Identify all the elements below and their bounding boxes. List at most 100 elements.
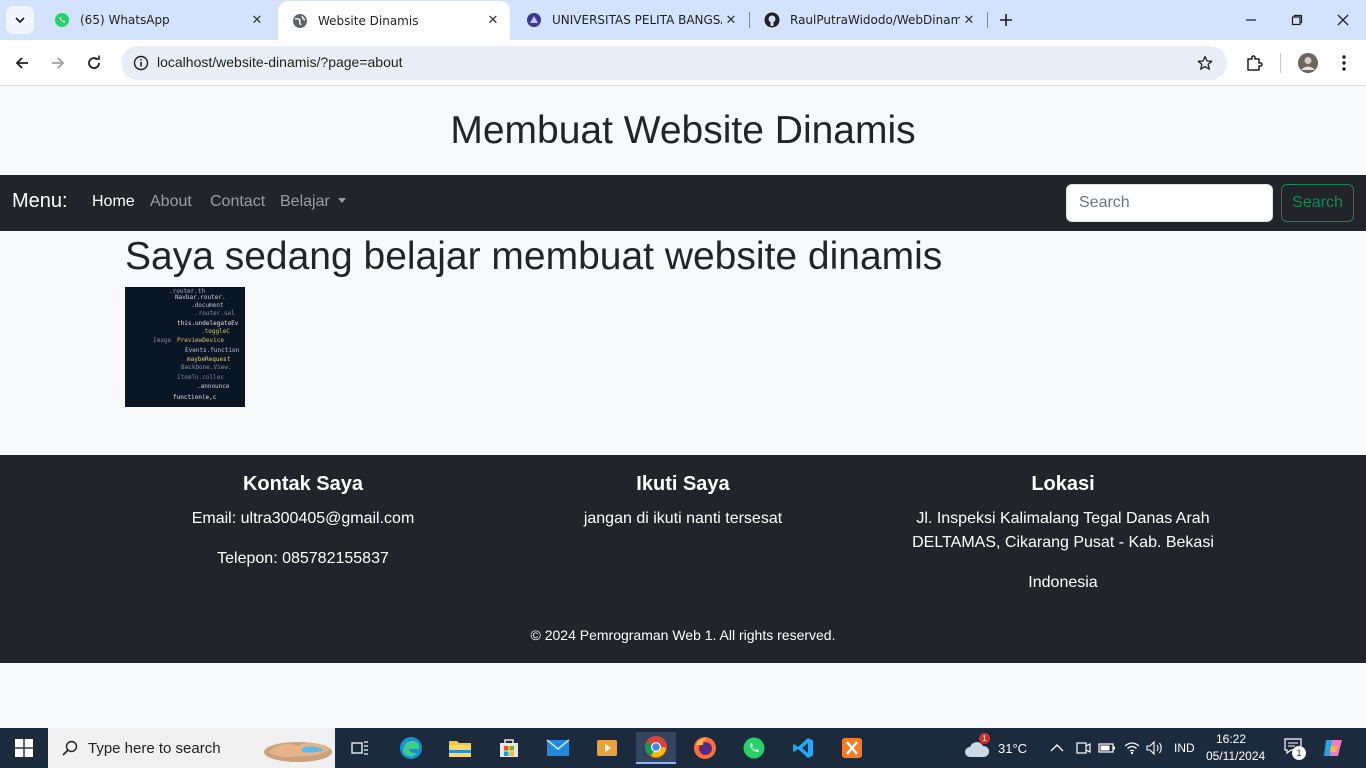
notification-center-button[interactable]: 1	[1284, 728, 1306, 768]
footer-email: Email: ultra300405@gmail.com	[191, 510, 415, 527]
notification-icon: 1	[1284, 738, 1306, 760]
profile-avatar[interactable]	[1294, 49, 1322, 77]
nav-link-home[interactable]: Home	[92, 193, 135, 211]
svg-text:Image: Image	[153, 337, 171, 344]
restore-button[interactable]	[1274, 0, 1320, 40]
battery-icon[interactable]	[1098, 728, 1116, 768]
tab-search-button[interactable]	[6, 6, 34, 34]
volume-icon[interactable]	[1146, 728, 1164, 768]
task-view-icon	[351, 741, 368, 755]
taskbar-chrome[interactable]	[636, 732, 676, 764]
notification-count: 1	[1292, 746, 1306, 760]
store-icon	[500, 739, 518, 757]
wifi-icon[interactable]	[1124, 728, 1140, 768]
footer-contact-heading: Kontak Saya	[242, 473, 364, 495]
close-icon[interactable]: ✕	[248, 11, 266, 29]
tab-separator	[987, 12, 988, 28]
taskbar-xampp[interactable]	[832, 732, 872, 764]
search-input[interactable]	[1066, 184, 1273, 222]
weather-widget[interactable]: 1 31°C	[964, 728, 1027, 768]
window-close-button[interactable]	[1320, 0, 1366, 40]
show-hidden-icons-button[interactable]	[1050, 728, 1064, 768]
search-button[interactable]: Search	[1281, 184, 1354, 222]
nav-dropdown-belajar[interactable]: Belajar	[280, 193, 346, 211]
chevron-down-icon	[15, 17, 25, 24]
minimize-button[interactable]	[1228, 0, 1274, 40]
nav-link-contact[interactable]: Contact	[210, 193, 265, 211]
windows-logo-icon	[15, 739, 33, 757]
address-bar[interactable]: localhost/website-dinamis/?page=about	[121, 46, 1227, 80]
chrome-menu-button[interactable]	[1330, 49, 1358, 77]
forward-button[interactable]	[44, 49, 72, 77]
taskbar-file-explorer[interactable]	[440, 732, 480, 764]
svg-text:.announce: .announce	[197, 383, 230, 390]
footer-follow-column: Ikuti Saya jangan di ikuti nanti tersesa…	[493, 471, 873, 547]
cloud-icon: 1	[964, 733, 990, 759]
browser-toolbar: localhost/website-dinamis/?page=about	[0, 40, 1366, 86]
svg-text:.document: .document	[191, 302, 224, 309]
footer-contact-column: Kontak Saya Email: ultra300405@gmail.com…	[113, 471, 493, 587]
tab-title: UNIVERSITAS PELITA BANGSA	[552, 13, 722, 27]
footer-country: Indonesia	[1028, 574, 1098, 591]
footer-address-line1: Jl. Inspeksi Kalimalang Tegal Danas Arah	[916, 510, 1210, 527]
taskbar-edge[interactable]	[391, 732, 431, 764]
web-page: Membuat Website Dinamis Menu: Home About…	[0, 87, 1366, 728]
windows-taskbar: Type here to search 1 31°C IND 16:22 05/…	[0, 728, 1366, 768]
taskbar-mail[interactable]	[538, 732, 578, 764]
code-screen-image: .router.th Navbar.router. .document .rou…	[125, 287, 245, 407]
footer-copyright: © 2024 Pemrograman Web 1. All rights res…	[530, 627, 836, 643]
taskbar-firefox[interactable]	[685, 732, 725, 764]
footer-follow-text: jangan di ikuti nanti tersesat	[583, 510, 783, 527]
taskbar-whatsapp[interactable]	[734, 732, 774, 764]
extensions-button[interactable]	[1240, 49, 1268, 77]
close-icon[interactable]: ✕	[722, 11, 740, 29]
new-tab-button[interactable]	[996, 10, 1016, 30]
chrome-icon	[645, 736, 667, 758]
tab-whatsapp[interactable]: (65) WhatsApp ✕	[40, 0, 274, 40]
language-indicator[interactable]: IND	[1174, 728, 1195, 768]
close-icon	[1337, 14, 1349, 26]
footer-address-line2: DELTAMAS, Cikarang Pusat - Kab. Bekasi	[912, 534, 1214, 551]
taskbar-clock[interactable]: 16:22 05/11/2024	[1206, 731, 1266, 765]
tab-website-dinamis[interactable]: Website Dinamis ✕	[278, 1, 510, 40]
plus-icon	[1000, 14, 1012, 26]
github-icon	[764, 12, 780, 28]
footer-address: Jl. Inspeksi Kalimalang Tegal Danas Arah…	[873, 507, 1253, 555]
site-navbar: Menu: Home About Contact Belajar Search	[0, 175, 1366, 231]
back-button[interactable]	[8, 49, 36, 77]
firefox-icon	[694, 737, 716, 759]
tab-title: RaulPutraWidodo/WebDinamis	[790, 13, 960, 27]
taskbar-vscode[interactable]	[783, 732, 823, 764]
media-player-icon	[597, 740, 617, 756]
toolbar-divider	[1280, 53, 1281, 73]
reload-button[interactable]	[80, 49, 108, 77]
start-button[interactable]	[0, 728, 48, 768]
kebab-menu-icon	[1342, 55, 1346, 71]
tab-universitas-pelita-bangsa[interactable]: UNIVERSITAS PELITA BANGSA ✕	[512, 0, 748, 40]
copilot-button[interactable]	[1322, 728, 1344, 768]
info-icon[interactable]	[131, 53, 151, 73]
bookmark-star-icon[interactable]	[1195, 53, 1215, 73]
copilot-icon	[1324, 740, 1342, 756]
page-header: Membuat Website Dinamis	[0, 87, 1366, 175]
edge-icon	[400, 737, 422, 759]
url-text[interactable]: localhost/website-dinamis/?page=about	[157, 54, 403, 70]
minimize-icon	[1246, 19, 1256, 21]
tab-github[interactable]: RaulPutraWidodo/WebDinamis ✕	[750, 0, 986, 40]
restore-icon	[1291, 14, 1303, 26]
navbar-brand[interactable]: Menu:	[12, 190, 68, 213]
svg-text:this.undelegateEv: this.undelegateEv	[177, 320, 239, 327]
task-view-button[interactable]	[340, 732, 380, 764]
arrow-left-icon	[15, 57, 28, 69]
caret-down-icon	[337, 198, 346, 203]
close-icon[interactable]: ✕	[960, 11, 978, 29]
close-icon[interactable]: ✕	[484, 12, 502, 30]
taskbar-media-player[interactable]	[587, 732, 627, 764]
clock-date: 05/11/2024	[1206, 749, 1266, 763]
xampp-icon	[842, 738, 862, 758]
browser-tab-strip: (65) WhatsApp ✕ Website Dinamis ✕ UNIVER…	[0, 0, 1366, 40]
nav-link-about[interactable]: About	[150, 193, 192, 211]
meet-now-icon[interactable]	[1075, 728, 1091, 768]
taskbar-store[interactable]	[489, 732, 529, 764]
svg-text:PreviewDevice: PreviewDevice	[177, 337, 224, 344]
